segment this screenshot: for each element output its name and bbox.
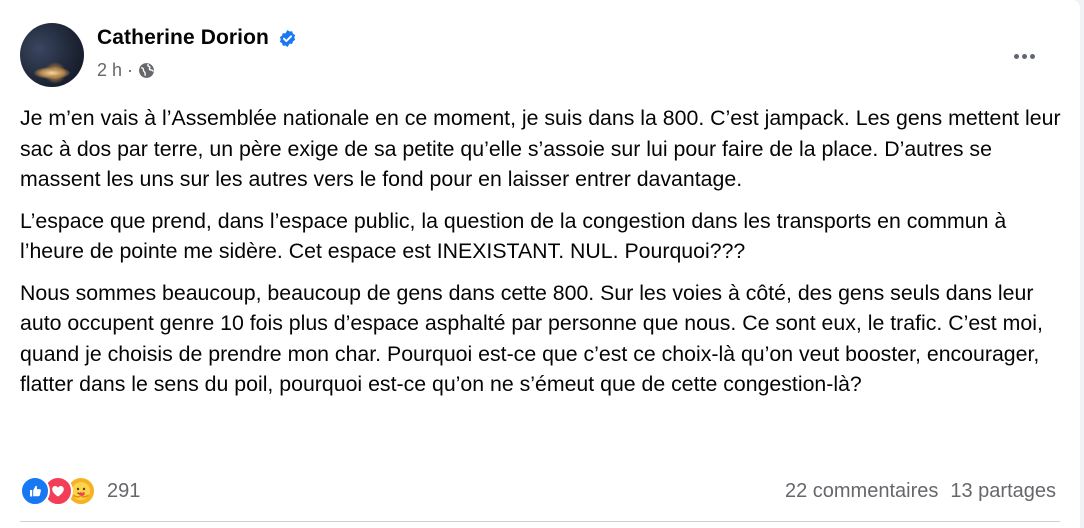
- footer-divider: [20, 521, 1060, 522]
- post-meta: 2 h ·: [97, 60, 155, 81]
- post-paragraph: Nous sommes beaucoup, beaucoup de gens d…: [20, 280, 1043, 397]
- author-name[interactable]: Catherine Dorion: [97, 26, 269, 50]
- comments-count[interactable]: 22 commentaires: [785, 480, 938, 503]
- more-dot-icon: [1021, 53, 1027, 59]
- meta-separator: ·: [127, 60, 134, 80]
- engagement-stats: 22 commentaires 13 partages: [785, 480, 1056, 503]
- post-body: Je m’en vais à l’Assemblée nationale en …: [20, 103, 1062, 411]
- post-footer: 291 22 commentaires 13 partages: [20, 474, 1060, 508]
- more-dot-icon: [1013, 53, 1019, 59]
- like-icon: [20, 476, 50, 506]
- more-options-button[interactable]: [1006, 38, 1042, 74]
- post-paragraph: Je m’en vais à l’Assemblée nationale en …: [20, 106, 1061, 191]
- post-header: Catherine Dorion 2 h ·: [20, 22, 1060, 88]
- avatar[interactable]: [20, 23, 84, 87]
- post-paragraph: L’espace que prend, dans l’espace public…: [20, 208, 1007, 264]
- post-time[interactable]: 2 h: [97, 60, 122, 81]
- verified-badge-icon: [279, 29, 296, 47]
- globe-icon: [139, 63, 154, 78]
- reaction-count[interactable]: 291: [107, 480, 140, 503]
- more-dot-icon: [1029, 53, 1035, 59]
- shares-count[interactable]: 13 partages: [950, 480, 1056, 503]
- reactions-summary[interactable]: 291: [20, 476, 140, 506]
- post-card: Catherine Dorion 2 h · Je m’en vais à l’…: [0, 0, 1080, 528]
- author-row: Catherine Dorion: [97, 26, 297, 50]
